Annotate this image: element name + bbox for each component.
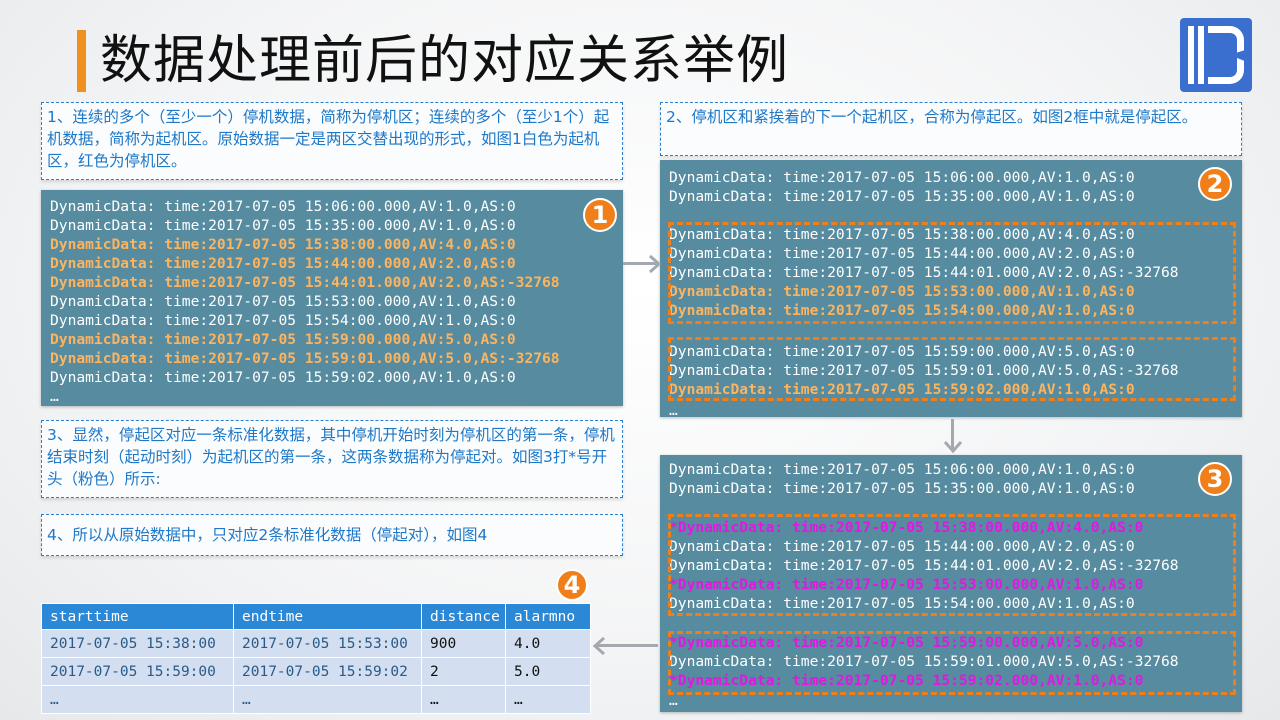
log-line: DynamicData: time:2017-07-05 15:54:00.00…	[50, 312, 516, 329]
zone-frame	[668, 514, 1236, 616]
table-row: 2017-07-05 15:38:00 2017-07-05 15:53:00 90…	[41, 629, 591, 658]
log-line: DynamicData: time:2017-07-05 15:53:00.00…	[50, 293, 516, 310]
cell-alarmno: …	[505, 685, 591, 714]
cell-distance: 900	[421, 629, 506, 658]
cell-endtime: …	[233, 685, 422, 714]
page-title: 数据处理前后的对应关系举例	[100, 31, 790, 91]
stop-start-zones-panel: … DynamicData: time:2017-07-05 15:59:02.0…	[660, 160, 1242, 419]
cell-alarmno: 5.0	[505, 657, 591, 686]
zone-frame	[668, 337, 1236, 401]
log-line: DynamicData: time:2017-07-05 15:38:00.00…	[50, 236, 516, 253]
column-header-distance: distance	[421, 603, 506, 630]
log-line: …	[50, 388, 59, 405]
log-line: DynamicData: time:2017-07-05 15:44:00.00…	[50, 255, 516, 272]
log-line: DynamicData: time:2017-07-05 15:59:02.00…	[50, 369, 516, 386]
log-line: DynamicData: time:2017-07-05 15:44:01.00…	[50, 274, 560, 291]
log-line: DynamicData: time:2017-07-05 15:06:00.00…	[50, 198, 516, 215]
cell-alarmno: 4.0	[505, 629, 591, 658]
cell-endtime: 2017-07-05 15:59:02	[233, 657, 422, 686]
cell-distance: …	[421, 685, 506, 714]
stop-start-pairs-panel: … *DynamicData: time:2017-07-05 15:59:02.…	[660, 455, 1242, 712]
log-line: DynamicData: time:2017-07-05 15:06:00.00…	[669, 169, 1135, 186]
cell-starttime: …	[41, 685, 234, 714]
brand-logo	[1180, 18, 1252, 92]
raw-data-panel: … DynamicData: time:2017-07-05 15:59:02.0…	[41, 190, 623, 406]
log-line: DynamicData: time:2017-07-05 15:59:00.00…	[50, 331, 516, 348]
note-4: 4、所以从原始数据中，只对应2条标准化数据（停起对），如图4	[41, 514, 623, 556]
zone-frame	[668, 631, 1236, 695]
log-line: DynamicData: time:2017-07-05 15:35:00.00…	[669, 480, 1135, 497]
log-line: DynamicData: time:2017-07-05 15:06:00.00…	[669, 461, 1135, 478]
cell-endtime: 2017-07-05 15:53:00	[233, 629, 422, 658]
log-line: DynamicData: time:2017-07-05 15:59:01.00…	[50, 350, 560, 367]
zone-frame	[668, 222, 1236, 324]
figure-badge-1: 1	[583, 198, 617, 232]
cell-starttime: 2017-07-05 15:38:00	[41, 629, 234, 658]
title-accent-bar	[77, 30, 86, 92]
table-row: 2017-07-05 15:59:00 2017-07-05 15:59:02 2 5…	[41, 657, 591, 686]
figure-badge-3: 3	[1198, 462, 1232, 496]
log-line: DynamicData: time:2017-07-05 15:35:00.00…	[50, 217, 516, 234]
column-header-alarmno: alarmno	[505, 603, 591, 630]
table-row: …………	[41, 685, 591, 714]
note-3: 3、显然，停起区对应一条标准化数据，其中停机开始时刻为停机区的第一条，停机结束时…	[41, 420, 623, 498]
note-2: 2、停机区和紧挨着的下一个起机区，合称为停起区。如图2框中就是停起区。	[660, 102, 1242, 156]
column-header-starttime: starttime	[41, 603, 234, 630]
log-line: DynamicData: time:2017-07-05 15:35:00.00…	[669, 188, 1135, 205]
figure-badge-4: 4	[556, 569, 588, 601]
cell-starttime: 2017-07-05 15:59:00	[41, 657, 234, 686]
standardized-data-table: starttime endtime distance alarmno 2017-…	[41, 603, 591, 714]
note-1: 1、连续的多个（至少一个）停机数据，简称为停机区；连续的多个（至少1个）起机数据…	[41, 102, 623, 180]
column-header-endtime: endtime	[233, 603, 422, 630]
log-line: …	[669, 402, 678, 419]
figure-badge-2: 2	[1198, 167, 1232, 201]
cell-distance: 2	[421, 657, 506, 686]
